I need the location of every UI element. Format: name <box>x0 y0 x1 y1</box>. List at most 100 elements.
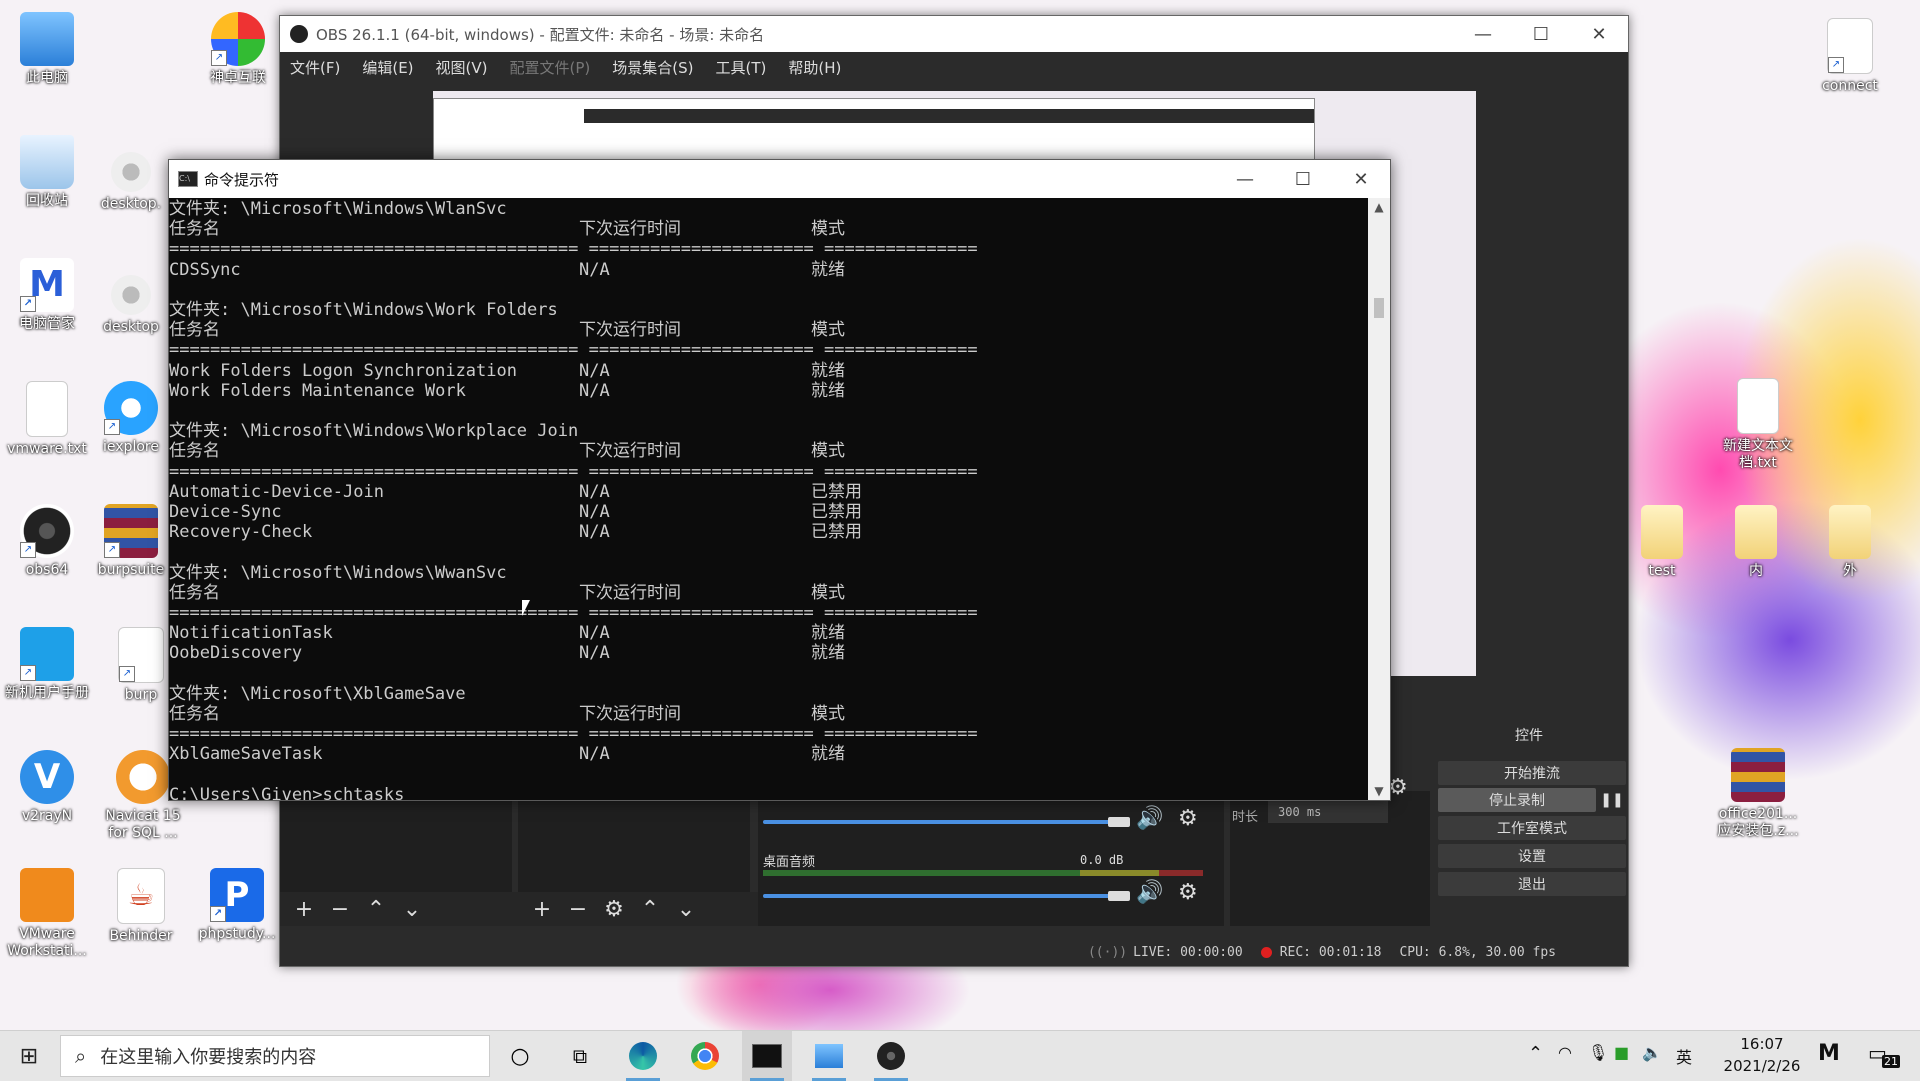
start-streaming-button[interactable]: 开始推流 <box>1438 761 1626 785</box>
show-hidden-icons-chevron-icon[interactable]: ⌃ <box>1528 1043 1543 1064</box>
console-scrollbar[interactable]: ▲ ▼ <box>1368 198 1390 800</box>
remove-scene-button[interactable]: − <box>324 897 356 922</box>
menu-view[interactable]: 视图(V) <box>436 57 488 78</box>
task-view-icon[interactable]: ⧉ <box>555 1031 605 1081</box>
taskbar-cmd[interactable] <box>742 1031 792 1081</box>
desktop-icon-shenzhuo[interactable]: ↗ 神卓互联 <box>192 12 284 87</box>
maximize-button[interactable]: ☐ <box>1274 161 1332 197</box>
taskbar-obs[interactable] <box>866 1031 916 1081</box>
minimize-button[interactable]: — <box>1454 16 1512 52</box>
desktop-volume-slider[interactable] <box>763 894 1123 898</box>
desktop-icon-new-user-manual[interactable]: ↗ 新机用户手册 <box>1 627 93 702</box>
move-scene-down-button[interactable]: ⌄ <box>396 897 428 922</box>
desktop-icon-label: burp <box>124 687 158 703</box>
move-scene-up-button[interactable]: ⌃ <box>360 897 392 922</box>
taskbar-edge[interactable] <box>618 1031 668 1081</box>
pause-recording-icon[interactable]: ❚❚ <box>1600 788 1624 812</box>
taskbar-search-box[interactable]: ⌕ 在这里输入你要搜索的内容 <box>60 1035 490 1077</box>
taskbar-remote-desktop[interactable] <box>804 1031 854 1081</box>
cortana-circle-icon[interactable]: ○ <box>495 1031 545 1081</box>
mic-settings-gear-icon[interactable]: ⚙ <box>1178 806 1198 831</box>
menu-file[interactable]: 文件(F) <box>290 57 340 78</box>
desktop-icon-phpstudy[interactable]: P ↗ phpstudy... <box>190 868 284 943</box>
desktop-icon-desktop-ini-1[interactable]: desktop. <box>96 152 166 213</box>
obs-menubar: 文件(F) 编辑(E) 视图(V) 配置文件(P) 场景集合(S) 工具(T) … <box>280 52 1628 82</box>
desktop-icon-vmware-txt[interactable]: vmware.txt <box>1 381 93 458</box>
maximize-button[interactable]: ☐ <box>1512 16 1570 52</box>
security-shield-icon[interactable]: ■ <box>1614 1043 1629 1062</box>
console-cell-c2: N/A <box>579 259 610 280</box>
exit-button[interactable]: 退出 <box>1438 872 1626 896</box>
desktop-icon-folder-test[interactable]: test <box>1616 505 1708 580</box>
minimize-button[interactable]: — <box>1216 161 1274 197</box>
desktop-icon-this-pc[interactable]: 此电脑 <box>1 12 93 87</box>
desktop-settings-gear-icon[interactable]: ⚙ <box>1178 880 1198 905</box>
desktop-icon-vmware[interactable]: VMware Workstati... <box>1 868 93 960</box>
menu-scene-collection[interactable]: 场景集合(S) <box>612 57 693 78</box>
volume-speaker-icon[interactable]: 🔈 <box>1642 1043 1662 1062</box>
clock-date[interactable]: 2021/2/26 <box>1714 1057 1810 1075</box>
console-cell-c1: OobeDiscovery <box>169 643 303 664</box>
move-source-up-button[interactable]: ⌃ <box>634 897 666 922</box>
transition-duration-input[interactable]: 300 ms <box>1268 801 1388 823</box>
console-output[interactable]: 文件夹: \Microsoft\Windows\WlanSvc 任务名 下次运行时间… <box>169 198 1367 800</box>
desktop-icon-v2rayn[interactable]: V v2rayN <box>1 750 93 825</box>
desktop-icon-folder-wai[interactable]: 外 <box>1804 505 1896 580</box>
taskbar-chrome[interactable] <box>680 1031 730 1081</box>
network-wifi-icon[interactable]: ◠ <box>1558 1043 1572 1062</box>
desktop-audio-label: 桌面音频 <box>763 855 816 870</box>
desktop-icon-recycle-bin[interactable]: 回收站 <box>1 135 93 210</box>
desktop-icon-office-zip[interactable]: office201... 应安装包.z... <box>1710 748 1806 840</box>
desktop-icon-desktop-ini-2[interactable]: desktop <box>96 275 166 336</box>
console-task-row: OobeDiscovery N/A 就绪 <box>169 643 1359 663</box>
cmd-titlebar[interactable]: C:\ 命令提示符 — ☐ ✕ <box>169 160 1390 198</box>
clock-time[interactable]: 16:07 <box>1714 1035 1810 1053</box>
remove-source-button[interactable]: − <box>562 897 594 922</box>
recording-dot-icon <box>1260 946 1272 958</box>
desktop-icon-connect[interactable]: ↗ connect <box>1804 18 1896 95</box>
winrar-archive-icon <box>1731 748 1785 802</box>
scroll-up-arrow-icon[interactable]: ▲ <box>1368 200 1390 214</box>
desktop-icon-behinder[interactable]: ☕ Behinder <box>96 868 186 945</box>
microphone-icon[interactable]: 🎙 <box>1588 1043 1608 1062</box>
move-source-down-button[interactable]: ⌄ <box>670 897 702 922</box>
console-table-header: 任务名 下次运行时间 模式 <box>169 704 1359 724</box>
scrollbar-thumb[interactable] <box>1374 298 1384 318</box>
desktop-icon-burpsuite[interactable]: ↗ burpsuite <box>96 504 166 579</box>
menu-help[interactable]: 帮助(H) <box>788 57 841 78</box>
mic-speaker-icon[interactable]: 🔊 <box>1136 806 1163 831</box>
desktop-icon-new-text-doc[interactable]: 新建文本文档.txt <box>1710 378 1806 472</box>
console-table-header: 任务名 下次运行时间 模式 <box>169 320 1359 340</box>
ime-language-indicator[interactable]: 英 <box>1676 1044 1692 1068</box>
start-windows-icon[interactable]: ⊞ <box>0 1031 58 1081</box>
desktop-speaker-icon[interactable]: 🔊 <box>1136 880 1163 905</box>
desktop-icon-obs64[interactable]: ↗ obs64 <box>1 504 93 579</box>
scroll-down-arrow-icon[interactable]: ▼ <box>1368 784 1390 798</box>
obs-logo-icon <box>877 1042 905 1070</box>
stop-recording-button[interactable]: 停止录制 <box>1438 788 1596 812</box>
add-scene-button[interactable]: + <box>288 897 320 922</box>
desktop-icon-folder-nei[interactable]: 内 <box>1710 505 1802 580</box>
menu-tools[interactable]: 工具(T) <box>715 57 766 78</box>
computer-icon <box>20 12 74 66</box>
console-cell-c3: 就绪 <box>811 623 845 644</box>
console-cell-c1: Work Folders Maintenance Work <box>169 380 466 401</box>
mic-volume-slider[interactable] <box>763 820 1123 824</box>
close-button[interactable]: ✕ <box>1570 16 1628 52</box>
source-properties-gear-icon[interactable]: ⚙ <box>598 897 630 922</box>
mic-volume-knob[interactable] <box>1108 817 1130 827</box>
obs-logo-icon <box>290 25 308 43</box>
desktop-volume-knob[interactable] <box>1108 891 1130 901</box>
desktop-icon-pc-manager[interactable]: M ↗ 电脑管家 <box>1 258 93 333</box>
pc-manager-tray-icon[interactable]: M <box>1818 1041 1840 1066</box>
menu-edit[interactable]: 编辑(E) <box>362 57 413 78</box>
studio-mode-button[interactable]: 工作室模式 <box>1438 816 1626 840</box>
add-source-button[interactable]: + <box>526 897 558 922</box>
obs-titlebar[interactable]: OBS 26.1.1 (64-bit, windows) - 配置文件: 未命名… <box>280 16 1628 52</box>
desktop-icon-iexplore[interactable]: ↗ iexplore <box>96 381 166 456</box>
close-button[interactable]: ✕ <box>1332 161 1390 197</box>
command-prompt-window[interactable]: C:\ 命令提示符 — ☐ ✕ 文件夹: \Microsoft\Windows\… <box>168 159 1391 801</box>
settings-button[interactable]: 设置 <box>1438 844 1626 868</box>
desktop-icon-label: v2rayN <box>21 808 73 824</box>
console-folder-line: 文件夹: \Microsoft\Windows\WwanSvc <box>169 562 507 583</box>
